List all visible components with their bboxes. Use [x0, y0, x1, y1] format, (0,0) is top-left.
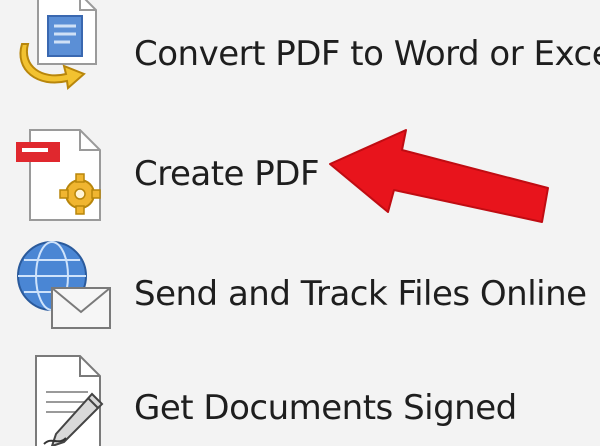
sign-document-icon — [8, 348, 118, 446]
menu-item-label: Convert PDF to Word or Excel — [134, 34, 600, 74]
globe-envelope-icon — [8, 232, 118, 342]
menu-item-convert-pdf[interactable]: Convert PDF to Word or Excel — [0, 0, 600, 110]
menu-item-label: Get Documents Signed — [134, 388, 517, 428]
menu-item-label: Send and Track Files Online — [134, 274, 587, 314]
menu-item-get-signed[interactable]: Get Documents Signed — [0, 344, 600, 446]
create-pdf-icon — [8, 120, 118, 230]
menu-item-label: Create PDF — [134, 154, 320, 194]
menu-item-send-track[interactable]: Send and Track Files Online — [0, 230, 600, 340]
convert-pdf-icon — [8, 0, 118, 96]
red-arrow-icon — [329, 129, 549, 223]
